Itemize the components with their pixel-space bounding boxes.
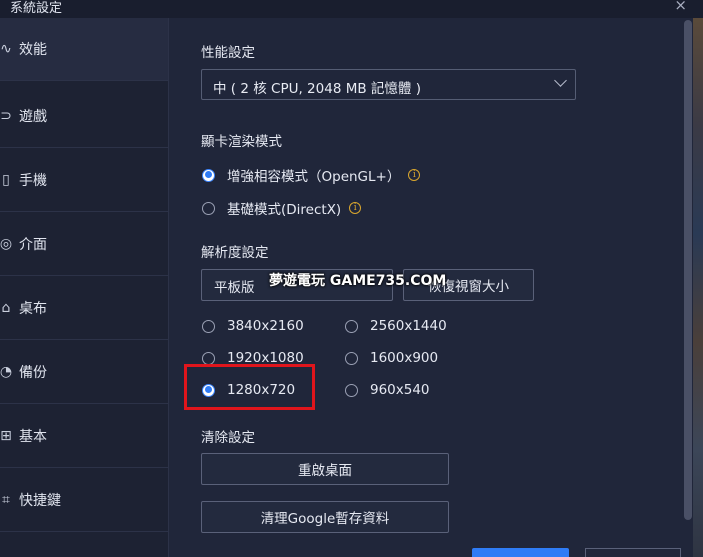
close-icon[interactable]: × — [674, 0, 687, 14]
sidebar-item-label: 桌布 — [19, 301, 47, 317]
clear-title: 清除設定 — [201, 430, 255, 446]
settings-icon: ⊞ — [0, 428, 12, 444]
radio-button[interactable] — [202, 383, 215, 397]
pulse-icon: ∿ — [0, 41, 12, 57]
restart-desktop-button[interactable]: 重啟桌面 — [201, 453, 449, 485]
chevron-down-icon — [554, 74, 567, 87]
resolution-option[interactable]: 1600x900 — [345, 350, 438, 366]
resolution-option-label: 1920x1080 — [227, 350, 304, 366]
graphics-option-label: 基礎模式(DirectX) — [227, 202, 342, 218]
performance-value: 中 ( 2 核 CPU, 2048 MB 記憶體 ) — [213, 81, 421, 97]
confirm-button[interactable] — [472, 548, 569, 557]
gamepad-icon: ⊃ — [0, 108, 12, 124]
sidebar-item-label: 遊戲 — [19, 109, 47, 125]
sidebar-item-interface[interactable]: ◎ 介面 — [0, 213, 168, 276]
sidebar: ∿ 效能 ⊃ 遊戲 ▯ 手機 ◎ 介面 ⌂ 桌布 ◔ 備份 ⊞ 基本 ⌗ 快捷鍵 — [0, 18, 169, 557]
graphics-option-opengl[interactable]: 增強相容模式（OpenGL+） i — [202, 165, 421, 185]
performance-title: 性能設定 — [201, 45, 255, 61]
sidebar-item-label: 介面 — [19, 237, 47, 253]
radio-button[interactable] — [202, 201, 215, 215]
resolution-option[interactable]: 3840x2160 — [202, 318, 304, 334]
info-icon[interactable]: i — [349, 202, 362, 214]
resolution-title: 解析度設定 — [201, 245, 269, 261]
sidebar-item-wallpaper[interactable]: ⌂ 桌布 — [0, 277, 168, 340]
resolution-option[interactable]: 2560x1440 — [345, 318, 447, 334]
sidebar-item-basic[interactable]: ⊞ 基本 — [0, 405, 168, 468]
graphics-option-directx[interactable]: 基礎模式(DirectX) i — [202, 198, 362, 218]
resolution-option-label: 960x540 — [370, 382, 430, 398]
wallpaper-icon: ⌂ — [1, 300, 11, 316]
resolution-option[interactable]: 960x540 — [345, 382, 430, 398]
radio-button[interactable] — [202, 351, 215, 365]
resolution-option-label: 1600x900 — [370, 350, 439, 366]
resolution-option-selected[interactable]: 1280x720 — [202, 382, 295, 398]
watermark: 夢遊電玩 GAME735.COM — [269, 273, 447, 289]
resolution-option[interactable]: 1920x1080 — [202, 350, 304, 366]
resolution-preset-value: 平板版 — [214, 280, 255, 296]
sidebar-item-label: 快捷鍵 — [19, 493, 61, 509]
radio-button[interactable] — [345, 351, 358, 365]
graphics-title: 顯卡渲染模式 — [201, 134, 282, 150]
resolution-option-label: 1280x720 — [227, 382, 296, 398]
sidebar-item-label: 手機 — [19, 173, 47, 189]
info-icon[interactable]: i — [408, 169, 421, 181]
scrollbar[interactable] — [684, 20, 692, 520]
sidebar-item-shortcuts[interactable]: ⌗ 快捷鍵 — [0, 469, 168, 532]
title-bar: 系統設定 × — [0, 0, 703, 18]
sidebar-item-label: 備份 — [19, 365, 47, 381]
phone-icon: ▯ — [2, 172, 10, 188]
radio-button[interactable] — [202, 319, 215, 333]
backup-icon: ◔ — [0, 364, 13, 380]
settings-panel: 性能設定 中 ( 2 核 CPU, 2048 MB 記憶體 ) 顯卡渲染模式 增… — [169, 18, 703, 557]
palette-icon: ◎ — [0, 236, 13, 252]
window-title: 系統設定 — [10, 1, 63, 16]
radio-button[interactable] — [345, 383, 358, 397]
performance-dropdown[interactable]: 中 ( 2 核 CPU, 2048 MB 記憶體 ) — [201, 69, 576, 100]
sidebar-item-backup[interactable]: ◔ 備份 — [0, 341, 168, 404]
keyboard-icon: ⌗ — [2, 492, 10, 508]
sidebar-item-label: 基本 — [19, 429, 47, 445]
graphics-option-label: 增強相容模式（OpenGL+） — [227, 169, 401, 185]
resolution-option-label: 3840x2160 — [227, 318, 304, 334]
radio-button[interactable] — [345, 319, 358, 333]
radio-button[interactable] — [202, 168, 215, 182]
sidebar-item-phone[interactable]: ▯ 手機 — [0, 149, 168, 212]
sidebar-item-label: 效能 — [19, 42, 47, 58]
background-edge — [693, 18, 703, 557]
sidebar-item-game[interactable]: ⊃ 遊戲 — [0, 85, 168, 148]
cancel-button[interactable] — [585, 548, 681, 557]
resolution-option-label: 2560x1440 — [370, 318, 447, 334]
sidebar-item-performance[interactable]: ∿ 效能 — [0, 18, 168, 81]
clear-google-cache-button[interactable]: 清理Google暫存資料 — [201, 501, 449, 533]
